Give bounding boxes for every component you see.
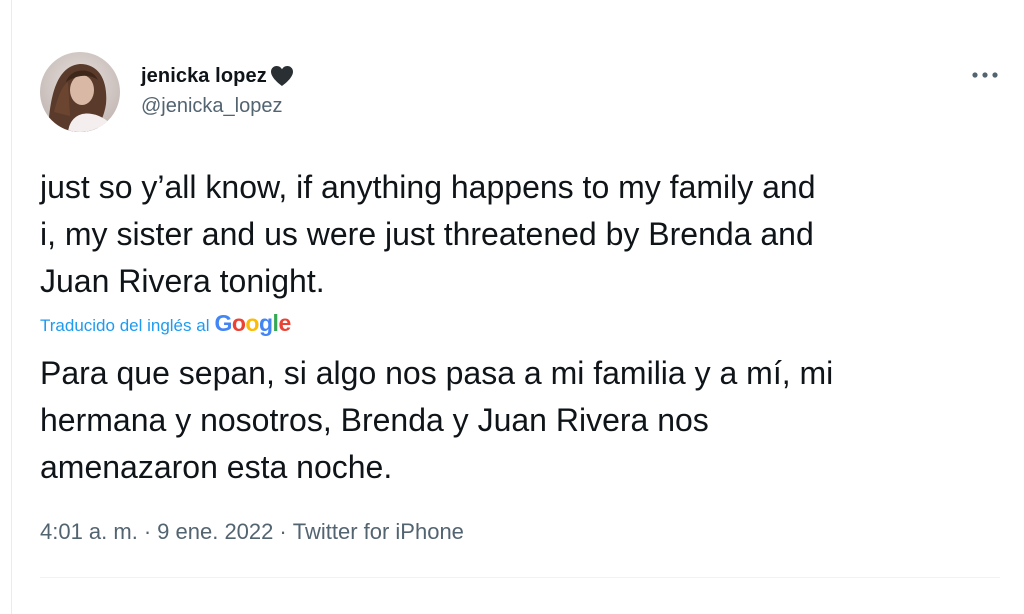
avatar[interactable] [40,52,120,132]
bottom-divider [40,577,1000,578]
more-options-icon[interactable] [969,66,1001,84]
translated-text: Para que sepan, si algo nos pasa a mi fa… [40,350,1010,491]
user-name-row[interactable]: jenicka lopez [141,61,294,91]
tweet-time[interactable]: 4:01 a. m. [40,519,138,545]
translated-line: Para que sepan, si algo nos pasa a mi fa… [40,355,834,391]
black-heart-icon [270,65,294,87]
google-logo: Google [214,310,291,336]
translated-line: amenazaron esta noche. [40,449,393,485]
tweet-text: just so y’all know, if anything happens … [40,164,1010,305]
tweet-source[interactable]: Twitter for iPhone [293,519,464,545]
left-divider [11,0,12,614]
meta-separator: · [279,519,287,544]
tweet-meta: 4:01 a. m. · 9 ene. 2022 · Twitter for i… [40,519,464,545]
tweet-line: just so y’all know, if anything happens … [40,169,816,205]
translated-line: hermana y nosotros, Brenda y Juan Rivera… [40,402,709,438]
user-handle[interactable]: @jenicka_lopez [141,95,283,118]
translation-attribution[interactable]: Traducido del inglés al Google [40,310,291,340]
tweet-date[interactable]: 9 ene. 2022 [157,519,273,545]
tweet-line: Juan Rivera tonight. [40,263,325,299]
display-name[interactable]: jenicka lopez [141,65,267,88]
meta-separator: · [143,519,152,544]
tweet-line: i, my sister and us were just threatened… [40,216,814,252]
translated-from-link[interactable]: Traducido del inglés al [40,316,209,336]
